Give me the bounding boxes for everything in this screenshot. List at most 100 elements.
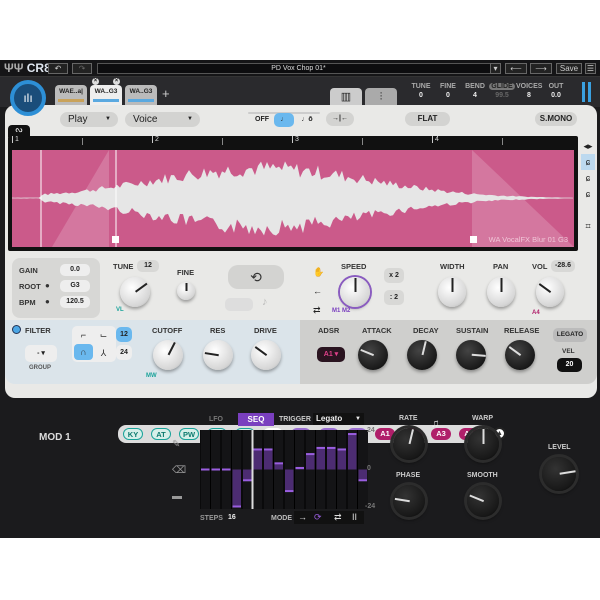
global-fine[interactable]: FINE 0 <box>435 83 461 99</box>
pause-icon[interactable]: II <box>352 511 357 524</box>
mod-source-ky[interactable]: KY <box>123 428 143 440</box>
sustain-knob[interactable] <box>456 340 486 370</box>
bpm-detect-icon[interactable]: ● <box>45 297 50 306</box>
drive-knob[interactable] <box>251 340 281 370</box>
velocity-field[interactable]: 20 <box>557 358 582 372</box>
level-knob[interactable] <box>542 457 576 491</box>
tuning-fork-icon[interactable]: ● <box>45 281 50 290</box>
close-icon[interactable]: × <box>92 78 99 85</box>
global-value: 8 <box>527 92 531 99</box>
pingpong-mode-icon[interactable]: ⇄ <box>334 511 342 524</box>
group-dropdown[interactable]: - ▾ <box>25 345 57 362</box>
sample-tab-active[interactable]: × WA..G3 <box>90 78 122 105</box>
loop-icon[interactable]: ɕ <box>581 154 595 170</box>
release-knob[interactable] <box>505 340 535 370</box>
warp-knob[interactable] <box>467 428 499 460</box>
step-sequencer[interactable] <box>199 430 368 509</box>
loop-pingpong-icon[interactable]: ɕ <box>581 186 595 202</box>
loop-sync-button[interactable] <box>225 298 253 311</box>
speed-double-button[interactable]: x 2 <box>384 268 404 283</box>
redo-button[interactable]: ↷ <box>72 63 92 74</box>
flat-button[interactable]: FLAT <box>405 112 450 126</box>
envelope-source-dropdown[interactable]: A1 ▾ <box>317 347 345 362</box>
filter-enable-toggle[interactable] <box>12 325 21 334</box>
preset-name[interactable]: PD Vox Chop 01* <box>97 63 500 74</box>
preset-dropdown[interactable]: ▾ <box>490 63 501 74</box>
hand-icon[interactable]: ✋ <box>313 263 324 282</box>
notch-icon[interactable]: ⅄ <box>94 344 113 362</box>
stereo-mono-button[interactable]: S.MONO <box>535 112 577 126</box>
root-field[interactable]: G3 <box>60 280 90 292</box>
stretch-icon[interactable]: ◂▸ <box>581 138 595 154</box>
global-voices[interactable]: VOICES 8 <box>516 83 542 99</box>
play-mode-dropdown[interactable]: Play ▼ <box>60 112 118 127</box>
waveform-display[interactable]: 1 2 3 4 WA VocalFX Blur 01 G3 <box>8 136 578 251</box>
pan-knob[interactable] <box>487 277 515 307</box>
sync-off-button[interactable]: OFF <box>253 113 271 127</box>
slope-24-button[interactable]: 24 <box>116 345 132 360</box>
keyboard-view-button[interactable]: ▥ <box>330 88 362 106</box>
speed-knob[interactable] <box>340 277 370 307</box>
loop-mode-button[interactable]: ⟲ <box>228 265 284 289</box>
lfo-tab[interactable]: LFO <box>209 416 223 423</box>
level-label: LEVEL <box>548 444 571 451</box>
mod-source-at[interactable]: AT <box>151 428 171 440</box>
attack-knob[interactable] <box>358 340 388 370</box>
mixer-view-button[interactable]: ⫶ <box>365 88 397 106</box>
seq-tab[interactable]: SEQ <box>238 413 274 426</box>
global-bend[interactable]: BEND 4 <box>462 83 488 99</box>
phase-knob[interactable] <box>393 485 425 517</box>
res-knob[interactable] <box>203 340 233 370</box>
close-icon[interactable]: × <box>113 78 120 85</box>
highpass-icon[interactable]: ⌙ <box>94 326 113 344</box>
vol-knob[interactable] <box>536 277 564 307</box>
cutoff-knob[interactable] <box>153 340 183 370</box>
crop-icon[interactable]: ⌗ <box>581 218 595 234</box>
slope-12-button[interactable]: 12 <box>116 327 132 342</box>
speed-half-button[interactable]: : 2 <box>384 290 404 305</box>
rate-knob[interactable] <box>393 428 425 460</box>
sample-tab[interactable]: WAE..a| <box>55 85 87 105</box>
note-tempo-sync-button[interactable]: ♩ō <box>297 113 317 127</box>
tune-knob[interactable] <box>120 277 150 307</box>
undo-button[interactable]: ↶ <box>48 63 68 74</box>
global-out[interactable]: OUT 0.0 <box>543 83 569 99</box>
smooth-knob[interactable] <box>467 485 499 517</box>
fade-in-handle[interactable] <box>112 236 119 243</box>
fine-knob[interactable] <box>177 282 195 300</box>
mod-source-a1[interactable]: A1 <box>375 428 395 440</box>
gain-field[interactable]: 0.0 <box>60 264 90 276</box>
vol-value[interactable]: -28.6 <box>551 260 575 272</box>
eraser-icon[interactable]: ⌫ <box>172 458 186 484</box>
add-tab-button[interactable]: + <box>162 86 170 101</box>
global-glide[interactable]: GLIDE 99.5 <box>489 83 515 99</box>
tune-value[interactable]: 12 <box>137 260 159 272</box>
loop-mode-icon[interactable]: ⟳ <box>314 511 322 524</box>
note-sync-button[interactable]: ♩ <box>274 113 294 127</box>
width-knob[interactable] <box>438 277 466 307</box>
lowpass-icon[interactable]: ⌐ <box>74 326 93 344</box>
steps-value[interactable]: 16 <box>228 514 236 521</box>
pingpong-icon[interactable]: ⇄ <box>313 301 324 320</box>
save-button[interactable]: Save <box>556 63 582 74</box>
bandpass-icon[interactable]: ∩ <box>74 344 93 360</box>
note-icon[interactable]: ♪ <box>262 296 268 308</box>
sync-note-icon[interactable]: ♫ <box>431 418 439 430</box>
next-preset-button[interactable]: ⟶ <box>530 63 552 74</box>
loop-alt-icon[interactable]: ɕ <box>581 170 595 186</box>
trigger-dropdown[interactable]: Legato ▼ <box>313 413 364 425</box>
decay-knob[interactable] <box>407 340 437 370</box>
legato-button[interactable]: LEGATO <box>553 328 587 342</box>
bpm-field[interactable]: 120.5 <box>60 296 90 308</box>
trim-button[interactable]: →|← <box>326 112 354 126</box>
sample-tab[interactable]: × WA..G3 <box>113 78 157 105</box>
menu-button[interactable]: ☰ <box>585 63 596 74</box>
pencil-icon[interactable]: ✎ <box>172 432 186 458</box>
prev-preset-button[interactable]: ⟵ <box>505 63 527 74</box>
fade-out-handle[interactable] <box>470 236 477 243</box>
reverse-icon[interactable]: ← <box>313 282 324 301</box>
folder-icon[interactable]: ▬ <box>172 484 186 510</box>
forward-mode-icon[interactable]: → <box>298 511 307 524</box>
voice-mode-dropdown[interactable]: Voice ▼ <box>125 112 200 127</box>
global-tune[interactable]: TUNE 0 <box>408 83 434 99</box>
